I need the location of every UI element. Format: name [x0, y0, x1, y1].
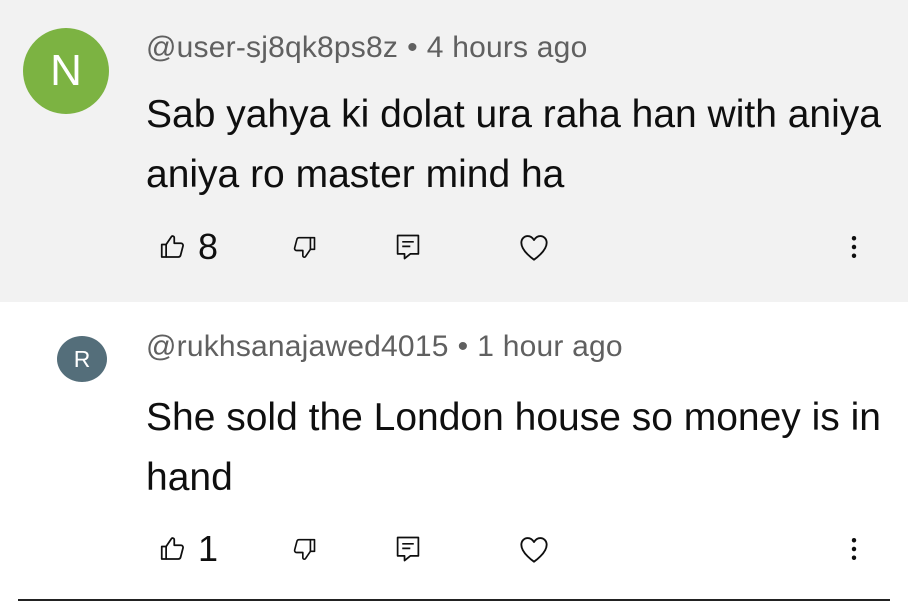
meta-separator: •	[457, 330, 469, 363]
avatar[interactable]: R	[57, 336, 107, 382]
more-options-button[interactable]	[840, 524, 868, 574]
thumbs-up-icon	[158, 232, 188, 262]
more-vertical-icon	[840, 534, 868, 564]
more-options-button[interactable]	[840, 222, 868, 272]
heart-icon	[518, 232, 550, 262]
thumbs-up-icon	[158, 534, 188, 564]
comment-time[interactable]: 4 hours ago	[427, 31, 588, 64]
comment-item: R @rukhsanajawed4015 • 1 hour ago She sold…	[0, 302, 908, 602]
like-count: 8	[198, 226, 219, 267]
heart-button[interactable]	[518, 524, 550, 574]
avatar-letter: R	[73, 345, 91, 372]
username[interactable]: @rukhsanajawed4015	[146, 330, 449, 363]
reply-comment-icon	[394, 232, 422, 262]
avatar-letter: N	[50, 46, 82, 95]
reply-button[interactable]	[394, 222, 422, 272]
thumbs-down-icon	[290, 233, 318, 261]
thumbs-down-icon	[290, 535, 318, 563]
like-button[interactable]: 1	[158, 524, 218, 574]
reply-button[interactable]	[394, 524, 422, 574]
more-vertical-icon	[840, 232, 868, 262]
comment-text: Sab yahya ki dolat ura raha han with ani…	[146, 93, 881, 196]
comment-meta: @rukhsanajawed4015 • 1 hour ago	[146, 330, 623, 364]
reply-comment-icon	[394, 534, 422, 564]
comment-text: She sold the London house so money is in…	[146, 396, 882, 499]
heart-icon	[518, 534, 550, 564]
comment-item: N @user-sj8qk8ps8z • 4 hours ago Sab yahya…	[0, 0, 908, 302]
dislike-button[interactable]	[290, 524, 318, 574]
heart-button[interactable]	[518, 222, 550, 272]
dislike-button[interactable]	[290, 222, 318, 272]
comment-actions: 1	[0, 524, 908, 574]
comment-actions: 8	[0, 222, 908, 272]
comments-list: N @user-sj8qk8ps8z • 4 hours ago Sab yahya…	[0, 0, 908, 602]
avatar[interactable]: N	[23, 28, 109, 114]
like-button[interactable]: 8	[158, 222, 218, 272]
like-count: 1	[198, 528, 219, 569]
bottom-divider	[18, 599, 890, 601]
comment-time[interactable]: 1 hour ago	[477, 330, 622, 363]
username[interactable]: @user-sj8qk8ps8z	[146, 31, 398, 64]
meta-separator: •	[407, 31, 418, 64]
comment-meta: @user-sj8qk8ps8z • 4 hours ago	[146, 31, 587, 65]
